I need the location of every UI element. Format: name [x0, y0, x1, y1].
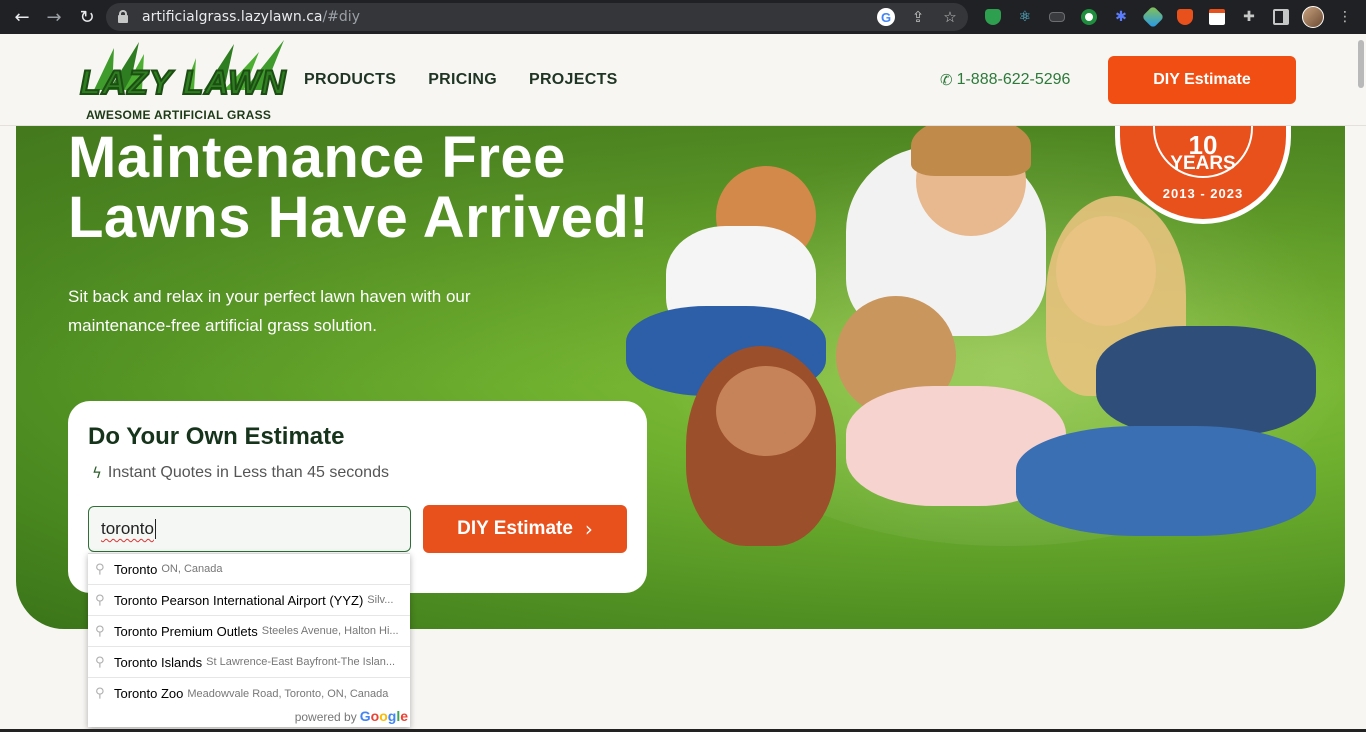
profile-avatar[interactable]: [1302, 6, 1324, 28]
fox-extension-icon[interactable]: [1174, 6, 1196, 28]
autocomplete-item[interactable]: ⚲ Toronto Zoo Meadowvale Road, Toronto, O…: [88, 678, 410, 709]
powered-by-google: powered by Google: [294, 708, 408, 724]
location-pin-icon: ⚲: [95, 655, 105, 670]
sidebar-icon[interactable]: [1270, 6, 1292, 28]
ten-years-badge: 10 YEARS 2013 - 2023: [1115, 126, 1291, 224]
lock-icon[interactable]: [118, 10, 128, 23]
address-bar[interactable]: artificialgrass.lazylawn.ca/#diy G ⇪ ☆: [106, 3, 968, 31]
phone-number: 1-888-622-5296: [956, 71, 1071, 88]
gear-extension-icon[interactable]: ✱: [1110, 6, 1132, 28]
location-pin-icon: ⚲: [95, 593, 105, 608]
forward-icon[interactable]: →: [40, 3, 68, 31]
address-autocomplete: ⚲ Toronto ON, Canada ⚲ Toronto Pearson In…: [88, 553, 410, 727]
circle-extension-icon[interactable]: [1078, 6, 1100, 28]
main-nav: PRODUCTS PRICING PROJECTS: [304, 71, 618, 89]
autocomplete-item[interactable]: ⚲ Toronto Islands St Lawrence-East Bayfro…: [88, 647, 410, 678]
address-search-input[interactable]: toronto: [88, 506, 411, 552]
badge-years: YEARS: [1170, 153, 1236, 174]
badge-range: 2013 - 2023: [1162, 186, 1244, 201]
location-pin-icon: ⚲: [95, 562, 105, 577]
shield-extension-icon[interactable]: [982, 6, 1004, 28]
menu-icon[interactable]: ⋮: [1334, 6, 1356, 28]
nav-pricing[interactable]: PRICING: [428, 71, 497, 89]
reload-icon[interactable]: ↻: [73, 3, 101, 31]
chevron-right-icon: ›: [584, 517, 593, 541]
estimate-subtitle: ϟ Instant Quotes in Less than 45 seconds: [92, 464, 389, 482]
nav-products[interactable]: PRODUCTS: [304, 71, 396, 89]
back-icon[interactable]: ←: [8, 3, 36, 31]
logo-tagline: AWESOME ARTIFICIAL GRASS: [86, 108, 272, 122]
autocomplete-item[interactable]: ⚲ Toronto ON, Canada: [88, 554, 410, 585]
media-extension-icon[interactable]: [1046, 6, 1068, 28]
estimate-title: Do Your Own Estimate: [88, 423, 345, 450]
header-diy-estimate-button[interactable]: DIY Estimate: [1108, 56, 1296, 104]
tree-extension-icon[interactable]: [1141, 5, 1165, 29]
hero-subtitle: Sit back and relax in your perfect lawn …: [68, 287, 471, 335]
logo-wordmark: LAZY LAWN: [79, 63, 287, 103]
autocomplete-item[interactable]: ⚲ Toronto Pearson International Airport …: [88, 585, 410, 616]
diy-estimate-button[interactable]: DIY Estimate ›: [423, 505, 627, 553]
page-scrollbar[interactable]: [1358, 40, 1364, 88]
note-extension-icon[interactable]: [1206, 6, 1228, 28]
google-icon[interactable]: G: [876, 7, 896, 27]
phone-icon: ✆: [940, 71, 953, 89]
browser-toolbar: ← → ↻ artificialgrass.lazylawn.ca/#diy G…: [0, 0, 1366, 34]
star-icon[interactable]: ☆: [940, 7, 960, 27]
react-extension-icon[interactable]: ⚛: [1014, 6, 1036, 28]
lazylawn-logo[interactable]: LAZY LAWN AWESOME ARTIFICIAL GRASS: [74, 40, 289, 122]
location-pin-icon: ⚲: [95, 686, 105, 701]
nav-projects[interactable]: PROJECTS: [529, 71, 618, 89]
phone-link[interactable]: ✆ 1-888-622-5296: [940, 71, 1070, 89]
lightning-icon: ϟ: [92, 464, 102, 482]
share-icon[interactable]: ⇪: [908, 7, 928, 27]
hero-title: Maintenance Free Lawns Have Arrived!: [68, 126, 650, 250]
url-text[interactable]: artificialgrass.lazylawn.ca/#diy: [142, 9, 360, 25]
autocomplete-item[interactable]: ⚲ Toronto Premium Outlets Steeles Avenue,…: [88, 616, 410, 647]
site-header: LAZY LAWN AWESOME ARTIFICIAL GRASS PRODU…: [0, 34, 1366, 126]
location-pin-icon: ⚲: [95, 624, 105, 639]
puzzle-icon[interactable]: ✚: [1238, 6, 1260, 28]
google-logo: Google: [359, 708, 408, 724]
